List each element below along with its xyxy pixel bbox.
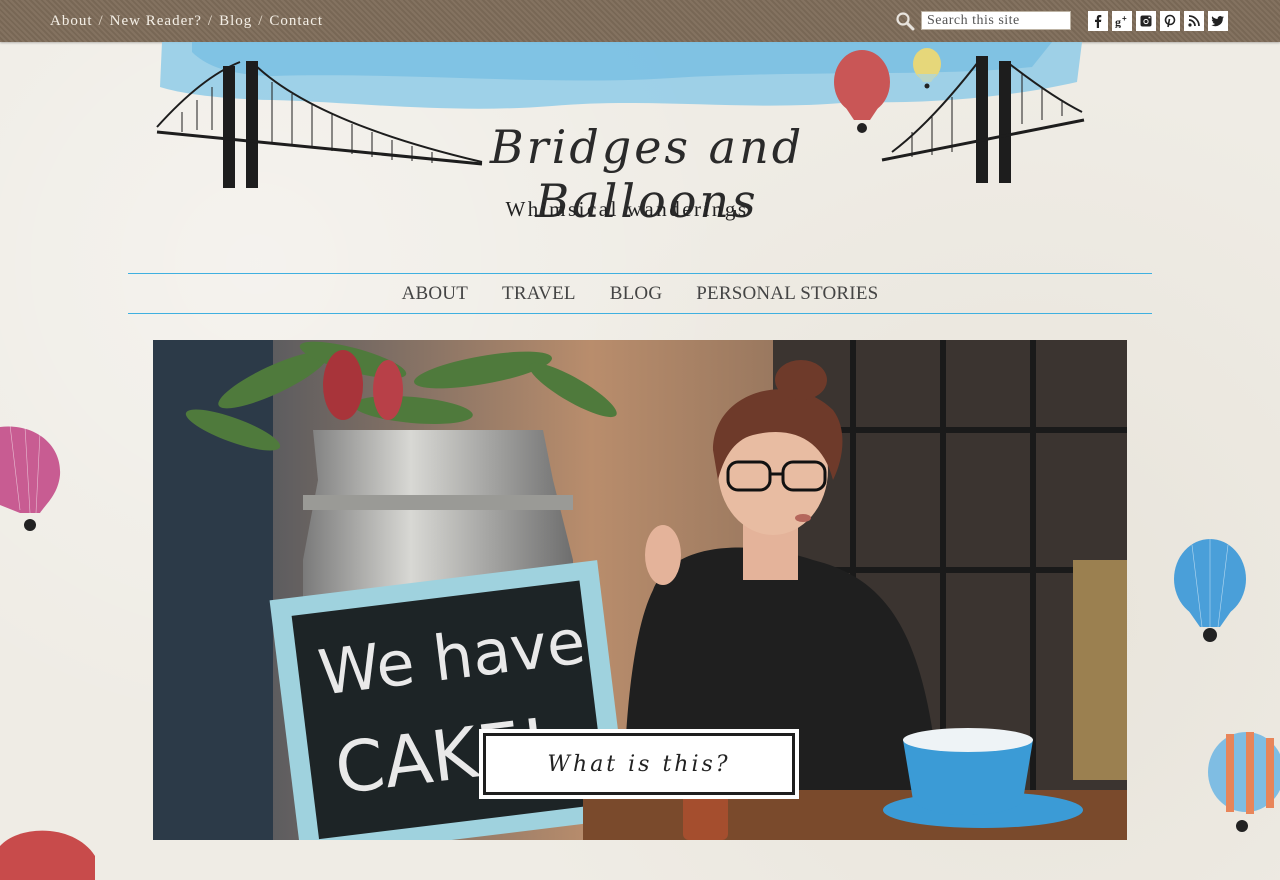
google-plus-icon[interactable]: g +: [1112, 11, 1132, 31]
top-bar: About / New Reader? / Blog / Contact g+: [0, 0, 1280, 42]
main-navigation: ABOUT TRAVEL BLOG PERSONAL STORIES: [128, 273, 1152, 314]
pink-balloon-icon: [0, 425, 61, 531]
twitter-icon[interactable]: [1208, 11, 1228, 31]
nav-about[interactable]: ABOUT: [402, 283, 468, 305]
topnav-separator: /: [207, 12, 214, 29]
svg-text:g: g: [1115, 15, 1121, 28]
search-icon[interactable]: [895, 11, 915, 31]
top-navigation: About / New Reader? / Blog / Contact: [50, 12, 323, 30]
topnav-blog-link[interactable]: Blog: [219, 13, 252, 30]
rss-icon[interactable]: [1184, 11, 1204, 31]
nav-blog[interactable]: BLOG: [610, 283, 663, 305]
nav-personal-stories[interactable]: PERSONAL STORIES: [696, 283, 878, 305]
instagram-icon[interactable]: [1136, 11, 1156, 31]
hero-photo: We have CAKE! What is this?: [153, 340, 1127, 840]
site-tagline: Whimsical wanderings: [505, 197, 749, 221]
facebook-icon[interactable]: [1088, 11, 1108, 31]
cta-frame: What is this?: [479, 729, 799, 799]
topnav-about-link[interactable]: About: [50, 13, 93, 30]
topnav-new-reader-link[interactable]: New Reader?: [110, 13, 202, 30]
topnav-separator: /: [258, 12, 264, 29]
what-is-this-button[interactable]: What is this?: [483, 733, 795, 795]
red-balloon-icon: [0, 830, 95, 880]
blue-balloon-icon: [1174, 539, 1246, 642]
pinterest-icon[interactable]: [1160, 11, 1180, 31]
topnav-separator: /: [98, 12, 104, 29]
nav-travel[interactable]: TRAVEL: [502, 283, 576, 305]
striped-balloon-icon: [1208, 732, 1280, 832]
cta-label: What is this?: [547, 751, 731, 777]
svg-text:+: +: [1122, 14, 1127, 23]
site-header: Bridges and Balloons Whimsical wandering…: [152, 42, 1088, 242]
topnav-contact-link[interactable]: Contact: [269, 13, 323, 30]
search-input[interactable]: [921, 11, 1071, 30]
